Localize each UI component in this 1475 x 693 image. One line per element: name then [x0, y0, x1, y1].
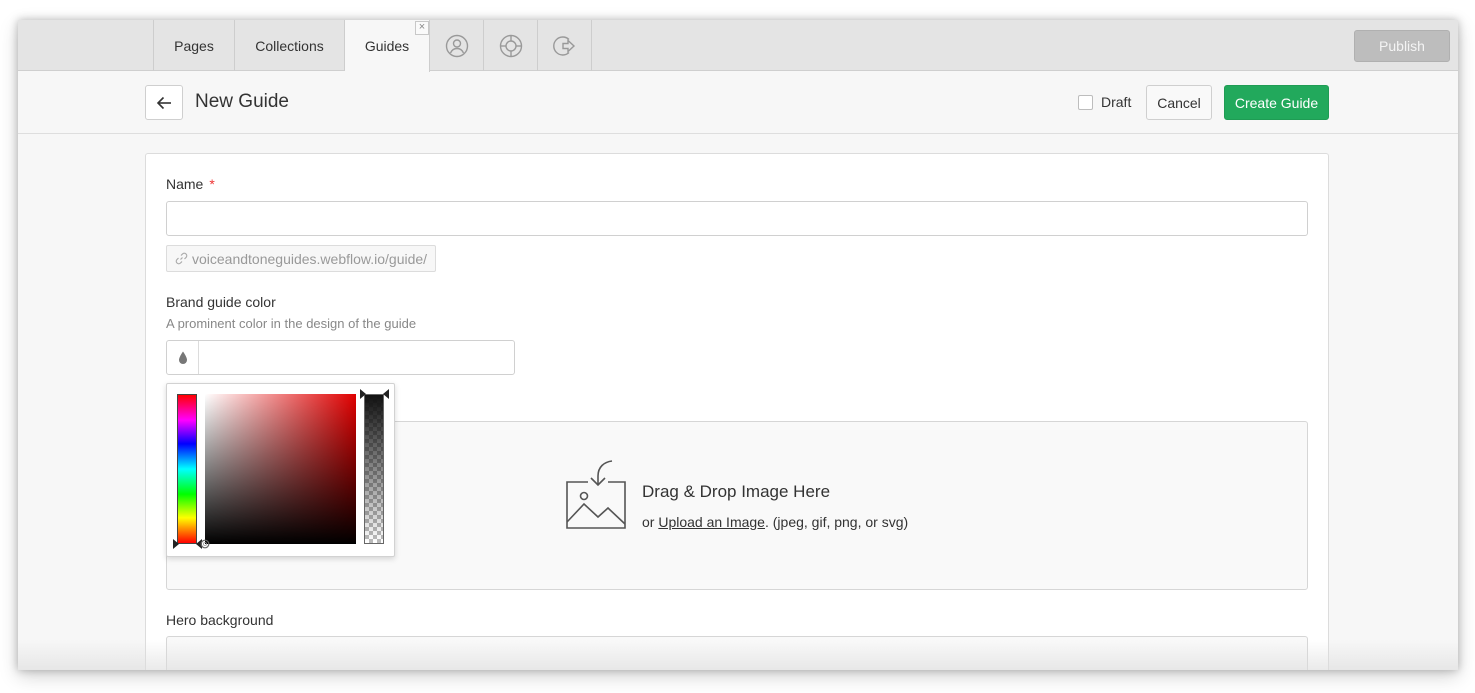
- droplet-icon: [178, 351, 187, 364]
- tab-collections[interactable]: Collections: [235, 20, 345, 71]
- alpha-handle-left[interactable]: [360, 389, 370, 399]
- publish-label: Publish: [1379, 38, 1425, 54]
- tab-logout[interactable]: [538, 20, 592, 71]
- hero-background-label: Hero background: [166, 612, 274, 628]
- draft-label: Draft: [1101, 94, 1132, 110]
- image-upload-icon: [566, 460, 626, 529]
- page-title: New Guide: [195, 91, 289, 112]
- tab-guides-label: Guides: [364, 38, 410, 54]
- brand-color-field[interactable]: [166, 340, 515, 375]
- back-button[interactable]: [145, 85, 183, 120]
- link-icon: [175, 252, 188, 265]
- saturation-value-area[interactable]: [205, 394, 356, 544]
- color-picker-popup: [166, 383, 395, 557]
- user-icon: [445, 34, 468, 57]
- brand-color-hint: A prominent color in the design of the g…: [166, 316, 417, 331]
- help-icon: [499, 34, 522, 57]
- draft-checkbox[interactable]: [1078, 94, 1093, 110]
- create-guide-label: Create Guide: [1234, 94, 1319, 111]
- drop-zone-title: Drag & Drop Image Here: [642, 482, 831, 501]
- name-label: Name *: [166, 176, 215, 192]
- close-icon[interactable]: ×: [415, 21, 429, 35]
- cancel-button[interactable]: Cancel: [1146, 85, 1212, 120]
- drop-formats-text: . (jpeg, gif, png, or svg): [764, 514, 909, 530]
- alpha-handle-right[interactable]: [379, 389, 389, 399]
- name-label-text: Name: [166, 176, 204, 192]
- hero-background-field[interactable]: [166, 636, 1308, 670]
- upload-image-link[interactable]: Upload an Image: [658, 514, 765, 530]
- draft-toggle[interactable]: Draft: [1078, 94, 1131, 110]
- tab-help[interactable]: [484, 20, 538, 71]
- tab-pages-label: Pages: [174, 37, 214, 54]
- required-marker: *: [209, 176, 215, 192]
- name-input[interactable]: [166, 201, 1308, 236]
- publish-button[interactable]: Publish: [1354, 30, 1450, 62]
- page-header: New Guide Draft Cancel Create Guide: [18, 72, 1458, 134]
- hue-slider[interactable]: [177, 394, 197, 544]
- cancel-label: Cancel: [1157, 94, 1201, 111]
- color-swatch[interactable]: [167, 341, 199, 374]
- hue-handle-left[interactable]: [173, 539, 183, 549]
- tab-collections-label: Collections: [255, 37, 324, 54]
- logout-icon: [552, 35, 575, 56]
- slug-preview: voiceandtoneguides.webflow.io/guide/: [166, 245, 436, 272]
- top-tab-bar: Pages Collections Guides × Publish: [18, 20, 1458, 72]
- arrow-left-icon: [156, 96, 171, 109]
- brand-color-label: Brand guide color: [166, 294, 276, 310]
- alpha-slider[interactable]: [364, 394, 384, 544]
- create-guide-button[interactable]: Create Guide: [1224, 85, 1329, 120]
- app-window: Pages Collections Guides × Publish New G…: [18, 20, 1458, 670]
- tab-account[interactable]: [430, 20, 484, 71]
- drop-zone-subtitle: or Upload an Image. (jpeg, gif, png, or …: [642, 514, 908, 530]
- slug-text: voiceandtoneguides.webflow.io/guide/: [192, 250, 428, 267]
- saturation-handle[interactable]: [200, 539, 210, 549]
- drop-or-text: or: [642, 514, 659, 530]
- tab-pages[interactable]: Pages: [153, 20, 235, 71]
- tab-guides[interactable]: Guides ×: [345, 20, 430, 72]
